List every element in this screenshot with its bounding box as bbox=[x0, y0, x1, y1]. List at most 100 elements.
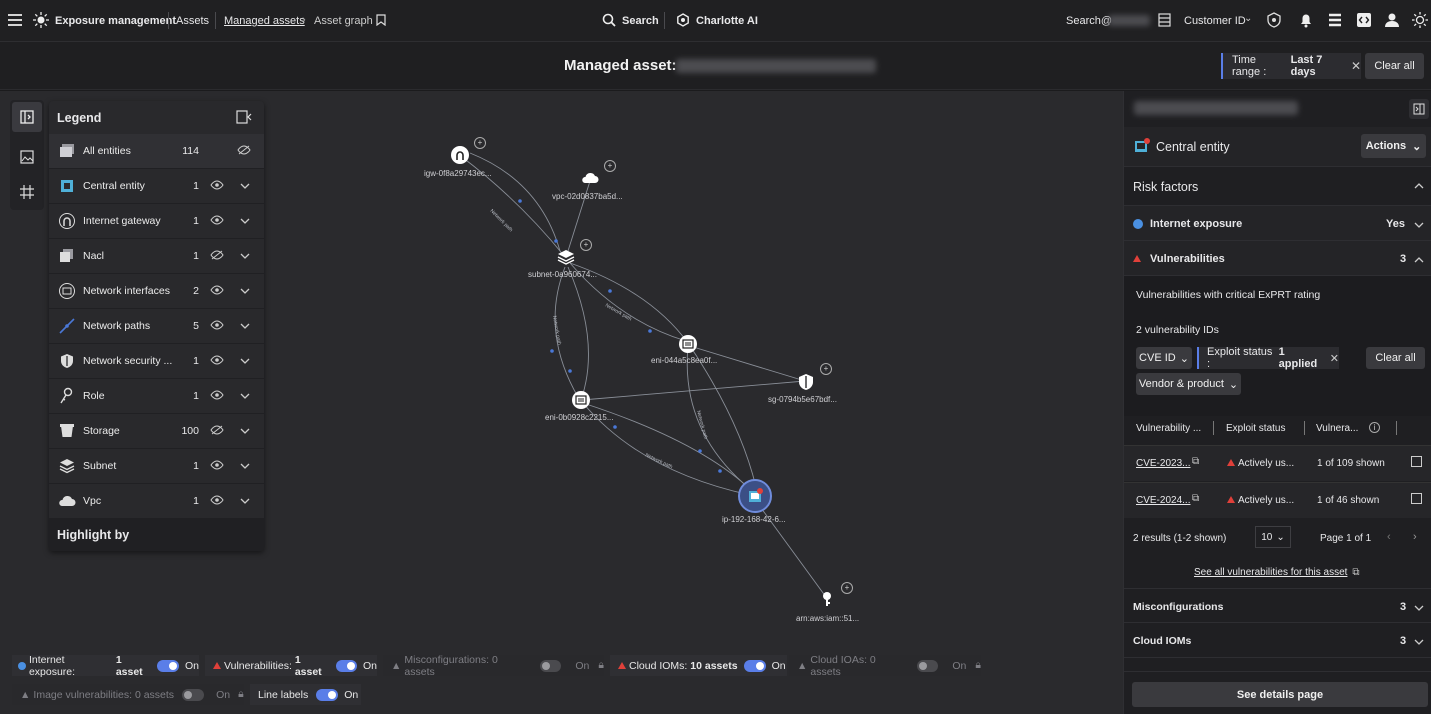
chevron-down-icon[interactable] bbox=[240, 320, 250, 332]
charlotte-ai-button[interactable]: Charlotte AI bbox=[696, 15, 758, 27]
search-button[interactable]: Search bbox=[622, 15, 659, 27]
search-user[interactable]: Search@ bbox=[1066, 15, 1112, 27]
chip-cloud-ioms[interactable]: Cloud IOMs: 10 assets On bbox=[610, 655, 787, 676]
misconfigurations-toggle[interactable] bbox=[539, 659, 562, 672]
page-size-select[interactable]: 10 ⌄ bbox=[1255, 526, 1291, 548]
legend-row-network-interfaces[interactable]: Network interfaces 2 bbox=[49, 274, 264, 309]
node-central-entity[interactable] bbox=[738, 479, 772, 513]
database-icon[interactable] bbox=[1158, 13, 1171, 27]
image-vulnerabilities-toggle[interactable] bbox=[182, 688, 205, 701]
chip-vulnerabilities[interactable]: Vulnerabilities: 1 asset On bbox=[205, 654, 377, 678]
eye-icon[interactable] bbox=[210, 389, 224, 403]
close-icon[interactable]: ✕ bbox=[1351, 59, 1361, 73]
time-range-filter[interactable]: Time range : Last 7 days ✕ bbox=[1221, 53, 1361, 79]
chevron-down-icon[interactable] bbox=[240, 460, 250, 472]
expand-icon[interactable]: + bbox=[841, 582, 853, 594]
chip-cloud-ioas[interactable]: ▲ Cloud IOAs: 0 assets On 🔒︎ bbox=[789, 654, 981, 678]
cloud-ioms-row[interactable]: Cloud IOMs 3 bbox=[1124, 623, 1431, 658]
breadcrumb-assets[interactable]: Assets bbox=[176, 15, 209, 27]
expand-icon[interactable]: + bbox=[474, 137, 486, 149]
legend-row-role[interactable]: Role 1 bbox=[49, 379, 264, 414]
highlight-by-section[interactable]: Highlight by bbox=[49, 519, 264, 551]
chip-line-labels[interactable]: Line labels On bbox=[250, 684, 361, 705]
chip-internet-exposure[interactable]: Internet exposure: 1 asset On bbox=[12, 654, 199, 678]
eye-icon[interactable] bbox=[210, 214, 224, 228]
cloud-ioas-toggle[interactable] bbox=[916, 659, 939, 672]
node-eni-044[interactable] bbox=[679, 335, 697, 353]
internet-exposure-row[interactable]: Internet exposure Yes bbox=[1124, 206, 1431, 241]
eye-icon[interactable] bbox=[210, 319, 224, 333]
eye-icon[interactable] bbox=[210, 459, 224, 473]
chevron-down-icon[interactable] bbox=[240, 215, 250, 227]
eye-off-icon[interactable] bbox=[210, 249, 224, 263]
chevron-down-icon[interactable] bbox=[240, 495, 250, 507]
internet-exposure-toggle[interactable] bbox=[157, 659, 179, 672]
next-page-icon[interactable]: › bbox=[1413, 531, 1417, 543]
cloud-ioms-toggle[interactable] bbox=[743, 659, 766, 672]
chip-misconfigurations[interactable]: ▲ Misconfigurations: 0 assets On 🔒︎ bbox=[383, 654, 604, 678]
search-icon[interactable] bbox=[602, 13, 616, 27]
expand-icon[interactable]: + bbox=[604, 160, 616, 172]
preview-icon[interactable] bbox=[1411, 456, 1422, 467]
chevron-down-icon[interactable] bbox=[1414, 602, 1424, 614]
prev-page-icon[interactable]: ‹ bbox=[1387, 531, 1391, 543]
eye-icon[interactable] bbox=[210, 494, 224, 508]
chevron-up-icon[interactable] bbox=[1414, 254, 1424, 266]
node-sg[interactable] bbox=[797, 373, 815, 391]
exploit-status-filter[interactable]: Exploit status : 1 applied ✕ bbox=[1197, 346, 1339, 370]
legend-toggle-icon[interactable] bbox=[12, 102, 42, 132]
cve-id-filter[interactable]: CVE ID ⌄ bbox=[1136, 347, 1192, 369]
external-link-icon[interactable]: ⧉ bbox=[1192, 493, 1199, 504]
node-subnet[interactable] bbox=[557, 249, 575, 265]
info-icon[interactable]: i bbox=[1369, 422, 1380, 433]
legend-row-central-entity[interactable]: Central entity 1 bbox=[49, 169, 264, 204]
actions-button[interactable]: Actions ⌄ bbox=[1361, 134, 1426, 158]
grid-icon[interactable] bbox=[20, 185, 34, 199]
eye-icon[interactable] bbox=[210, 354, 224, 368]
misconfigurations-row[interactable]: Misconfigurations 3 bbox=[1124, 588, 1431, 623]
chevron-down-icon[interactable] bbox=[240, 285, 250, 297]
expand-panel-icon[interactable] bbox=[1409, 99, 1429, 119]
legend-row-network-security[interactable]: Network security ... 1 bbox=[49, 344, 264, 379]
expand-icon[interactable]: + bbox=[580, 239, 592, 251]
eye-off-icon[interactable] bbox=[237, 144, 251, 158]
eye-off-icon[interactable] bbox=[210, 424, 224, 438]
legend-row-nacl[interactable]: Nacl 1 bbox=[49, 239, 264, 274]
risk-factors-header[interactable]: Risk factors bbox=[1124, 168, 1431, 206]
user-icon[interactable] bbox=[1384, 12, 1400, 28]
chevron-down-icon[interactable] bbox=[240, 250, 250, 262]
node-role[interactable] bbox=[820, 591, 834, 607]
vulnerabilities-toggle[interactable] bbox=[335, 659, 357, 672]
eye-icon[interactable] bbox=[210, 284, 224, 298]
chip-image-vulnerabilities[interactable]: ▲ Image vulnerabilities: 0 assets On 🔒︎ bbox=[12, 684, 244, 705]
image-icon[interactable] bbox=[20, 150, 34, 164]
shield-gear-icon[interactable] bbox=[1266, 12, 1282, 28]
collapse-panel-icon[interactable] bbox=[236, 110, 252, 124]
code-icon[interactable] bbox=[1356, 12, 1372, 28]
chevron-down-icon[interactable] bbox=[240, 425, 250, 437]
legend-row-all-entities[interactable]: All entities 114 bbox=[49, 134, 264, 169]
filter-clear-all-button[interactable]: Clear all bbox=[1366, 347, 1425, 369]
bell-icon[interactable] bbox=[1299, 12, 1313, 28]
chevron-down-icon[interactable] bbox=[240, 355, 250, 367]
bookmark-icon[interactable] bbox=[376, 14, 386, 26]
external-link-icon[interactable]: ⧉ bbox=[1192, 456, 1199, 467]
preview-icon[interactable] bbox=[1411, 493, 1422, 504]
vulnerabilities-row[interactable]: Vulnerabilities 3 bbox=[1124, 241, 1431, 276]
see-details-page-button[interactable]: See details page bbox=[1132, 682, 1428, 707]
legend-row-subnet[interactable]: Subnet 1 bbox=[49, 449, 264, 484]
node-igw[interactable] bbox=[451, 146, 469, 164]
theme-sun-icon[interactable] bbox=[1412, 12, 1428, 28]
legend-row-network-paths[interactable]: Network paths 5 bbox=[49, 309, 264, 344]
table-row[interactable]: CVE-2024... ⧉ Actively us... 1 of 46 sho… bbox=[1124, 482, 1431, 518]
see-all-link[interactable]: See all vulnerabilities for this asset ⧉ bbox=[1194, 567, 1360, 578]
chevron-up-icon[interactable] bbox=[1414, 180, 1424, 192]
chevron-down-icon[interactable] bbox=[1414, 636, 1424, 648]
chevron-down-icon[interactable] bbox=[1414, 219, 1424, 231]
clear-all-button[interactable]: Clear all bbox=[1365, 53, 1424, 79]
legend-row-storage[interactable]: Storage 100 bbox=[49, 414, 264, 449]
customer-id-dropdown[interactable]: Customer ID bbox=[1184, 15, 1246, 27]
menu-icon[interactable] bbox=[8, 13, 22, 27]
breadcrumb-managed-assets[interactable]: Managed assets bbox=[224, 15, 305, 27]
legend-row-internet-gateway[interactable]: Internet gateway 1 bbox=[49, 204, 264, 239]
